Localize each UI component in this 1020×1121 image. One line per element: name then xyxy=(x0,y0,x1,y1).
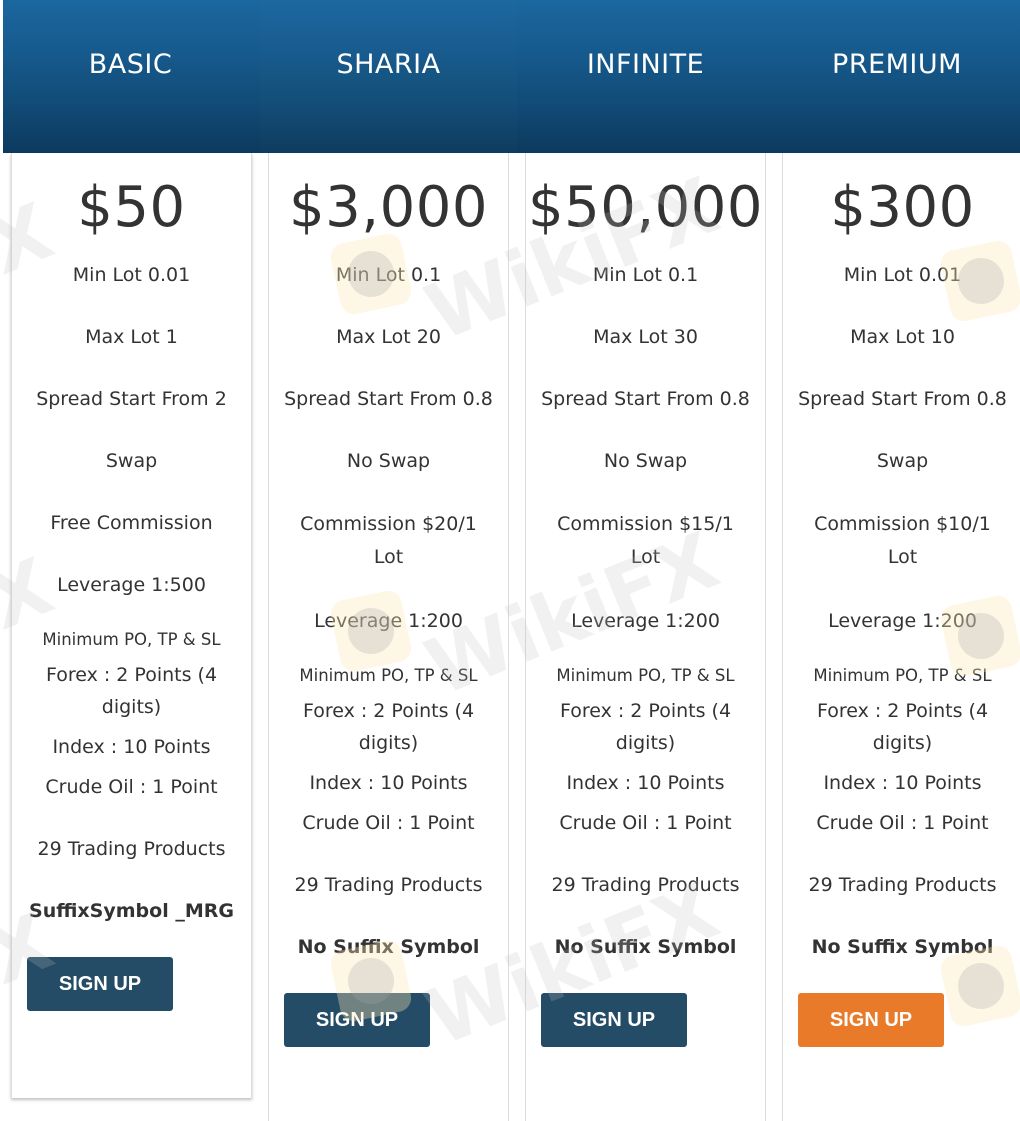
forex-points: Forex : 2 Points (4 digits) xyxy=(302,700,475,754)
spread: Spread Start From 0.8 xyxy=(284,388,493,410)
swap: Swap xyxy=(876,450,929,472)
forex-points: Forex : 2 Points (4 digits) xyxy=(559,700,732,754)
min-lot: Min Lot 0.01 xyxy=(843,264,962,286)
plan-column-infinite: $50,000 Min Lot 0.1 Max Lot 30 Spread St… xyxy=(525,153,766,1121)
min-lot: Min Lot 0.01 xyxy=(72,264,191,286)
index-points: Index : 10 Points xyxy=(52,736,211,758)
min-lot: Min Lot 0.1 xyxy=(335,264,442,286)
leverage: Leverage 1:200 xyxy=(314,610,463,632)
commission: Commission $10/1 Lot xyxy=(814,513,991,568)
swap: No Swap xyxy=(603,450,688,472)
index-points: Index : 10 Points xyxy=(823,772,982,794)
plan-title-basic: BASIC xyxy=(88,49,173,80)
swap: No Swap xyxy=(346,450,431,472)
swap: Swap xyxy=(105,450,158,472)
forex-points: Forex : 2 Points (4 digits) xyxy=(45,664,218,718)
minimum-po-tp-sl-title: Minimum PO, TP & SL xyxy=(556,666,735,685)
commission: Commission $20/1 Lot xyxy=(300,513,477,568)
plan-price: $300 xyxy=(830,175,975,240)
plan-column-premium: $300 Min Lot 0.01 Max Lot 10 Spread Star… xyxy=(782,153,1020,1121)
plan-price: $3,000 xyxy=(289,175,488,240)
sign-up-button-basic[interactable]: SIGN UP xyxy=(27,957,173,1011)
minimum-po-tp-sl-title: Minimum PO, TP & SL xyxy=(42,630,221,649)
suffix-symbol: No Suffix Symbol xyxy=(297,936,480,958)
trading-products: 29 Trading Products xyxy=(551,874,740,896)
index-points: Index : 10 Points xyxy=(309,772,468,794)
pricing-header: BASIC SHARIA INFINITE PREMIUM xyxy=(3,0,1020,153)
trading-products: 29 Trading Products xyxy=(294,874,483,896)
plan-title-infinite: INFINITE xyxy=(586,49,705,80)
max-lot: Max Lot 1 xyxy=(85,326,178,348)
forex-points: Forex : 2 Points (4 digits) xyxy=(816,700,989,754)
leverage: Leverage 1:200 xyxy=(828,610,977,632)
trading-products: 29 Trading Products xyxy=(37,838,226,860)
spread: Spread Start From 0.8 xyxy=(798,388,1007,410)
sign-up-button-sharia[interactable]: SIGN UP xyxy=(284,993,430,1047)
minimum-po-tp-sl-title: Minimum PO, TP & SL xyxy=(813,666,992,685)
spread: Spread Start From 2 xyxy=(36,388,227,410)
suffix-symbol: No Suffix Symbol xyxy=(811,936,994,958)
crude-oil-points: Crude Oil : 1 Point xyxy=(559,812,732,834)
plan-title-premium: PREMIUM xyxy=(832,49,962,80)
plan-column-sharia: $3,000 Min Lot 0.1 Max Lot 20 Spread Sta… xyxy=(268,153,509,1121)
leverage: Leverage 1:500 xyxy=(57,574,206,596)
plan-price: $50,000 xyxy=(527,175,764,240)
max-lot: Max Lot 10 xyxy=(850,326,955,348)
spread: Spread Start From 0.8 xyxy=(541,388,750,410)
sign-up-button-premium[interactable]: SIGN UP xyxy=(798,993,944,1047)
plan-price: $50 xyxy=(77,175,186,240)
commission: Free Commission xyxy=(50,512,213,534)
leverage: Leverage 1:200 xyxy=(571,610,720,632)
commission: Commission $15/1 Lot xyxy=(557,513,734,568)
crude-oil-points: Crude Oil : 1 Point xyxy=(816,812,989,834)
max-lot: Max Lot 30 xyxy=(593,326,698,348)
plan-title-sharia: SHARIA xyxy=(336,49,441,80)
minimum-po-tp-sl-title: Minimum PO, TP & SL xyxy=(299,666,478,685)
crude-oil-points: Crude Oil : 1 Point xyxy=(302,812,475,834)
index-points: Index : 10 Points xyxy=(566,772,725,794)
max-lot: Max Lot 20 xyxy=(336,326,441,348)
sign-up-button-infinite[interactable]: SIGN UP xyxy=(541,993,687,1047)
plan-column-basic: $50 Min Lot 0.01 Max Lot 1 Spread Start … xyxy=(11,153,252,1098)
suffix-symbol: No Suffix Symbol xyxy=(554,936,737,958)
trading-products: 29 Trading Products xyxy=(808,874,997,896)
min-lot: Min Lot 0.1 xyxy=(592,264,699,286)
suffix-symbol: SuffixSymbol _MRG xyxy=(29,900,234,922)
crude-oil-points: Crude Oil : 1 Point xyxy=(45,776,218,798)
